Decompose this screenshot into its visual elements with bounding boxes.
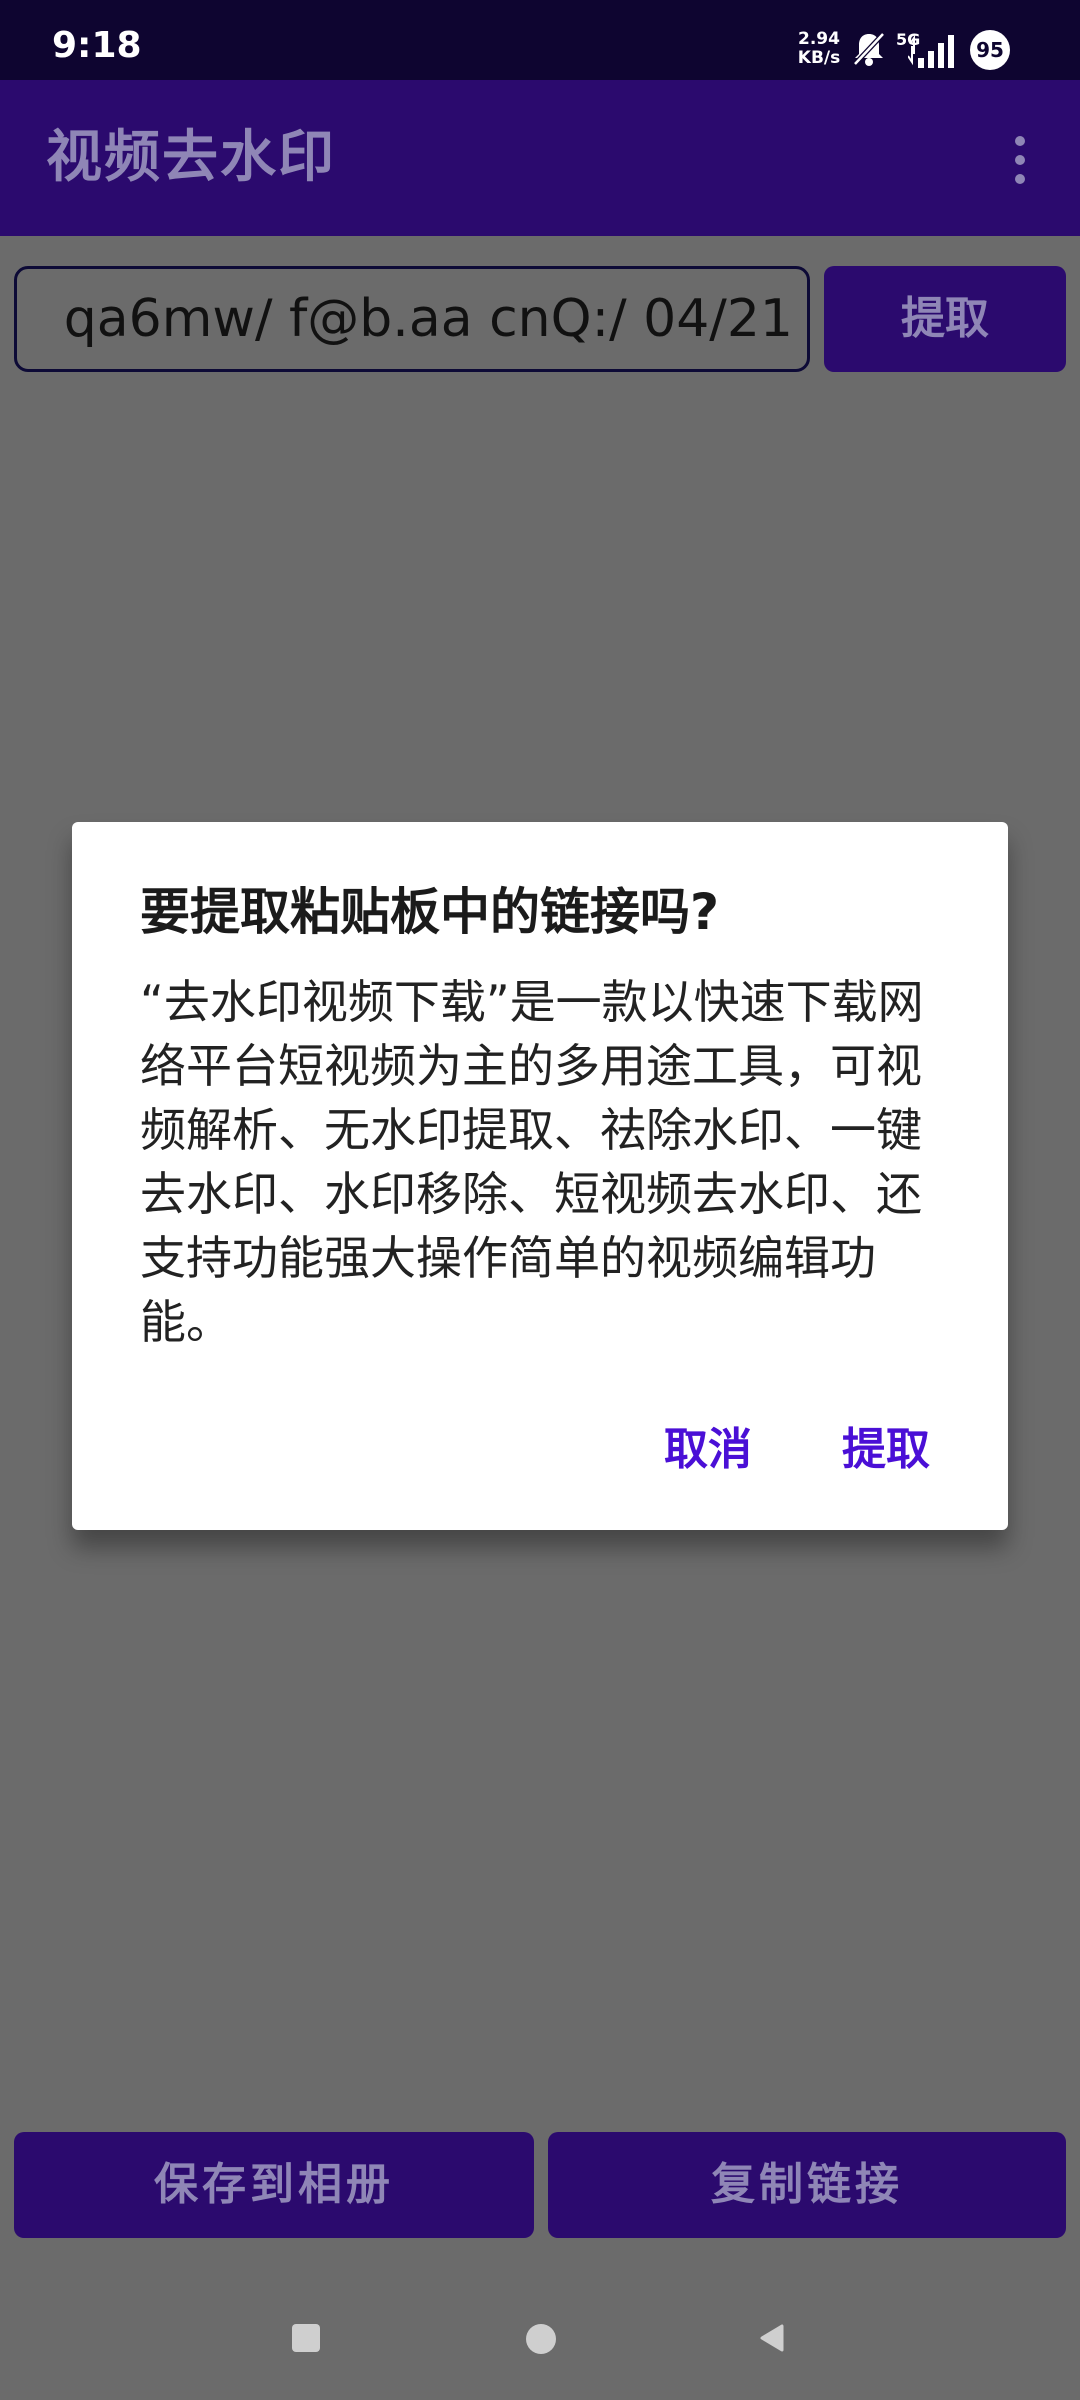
signal-icon (908, 34, 954, 68)
status-time: 9:18 (52, 25, 142, 66)
back-icon[interactable] (756, 2322, 788, 2354)
battery-icon: 95 (970, 30, 1010, 70)
app-title: 视频去水印 (46, 125, 336, 190)
network-speed-value: 2.94 (798, 29, 840, 49)
url-input[interactable]: qa6mw/ f@b.aa cnQ:/ 04/21 (14, 266, 810, 372)
clipboard-dialog: 要提取粘贴板中的链接吗? “去水印视频下载”是一款以快速下载网络平台短视频为主的… (72, 822, 1008, 1530)
dialog-confirm-button[interactable]: 提取 (842, 1422, 930, 1478)
network-speed: 2.94 KB/s (796, 30, 842, 68)
dialog-message: “去水印视频下载”是一款以快速下载网络平台短视频为主的多用途工具，可视频解析、无… (140, 975, 924, 1349)
recents-icon[interactable] (292, 2324, 320, 2352)
copy-link-button[interactable]: 复制链接 (548, 2132, 1066, 2238)
status-bar: 9:18 2.94 KB/s 5G 95 (0, 0, 1080, 80)
network-speed-unit: KB/s (797, 48, 841, 68)
save-to-album-button[interactable]: 保存到相册 (14, 2132, 534, 2238)
home-icon[interactable] (526, 2324, 556, 2354)
dialog-cancel-button[interactable]: 取消 (664, 1422, 752, 1478)
dialog-title: 要提取粘贴板中的链接吗? (140, 883, 720, 941)
app-bar: 视频去水印 (0, 80, 1080, 236)
extract-button[interactable]: 提取 (824, 266, 1066, 372)
mute-icon (853, 32, 885, 66)
navigation-bar (0, 2260, 1080, 2400)
overflow-menu-icon[interactable] (1000, 136, 1040, 188)
